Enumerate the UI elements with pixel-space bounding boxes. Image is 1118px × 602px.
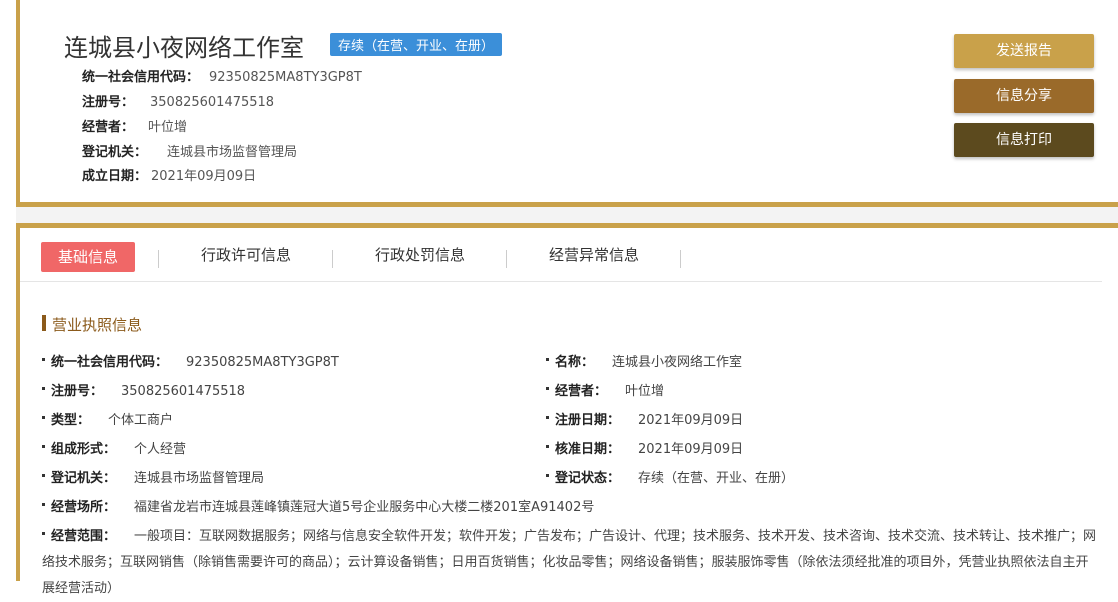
bullet-icon [42,445,45,448]
field-label: 登记状态： [555,471,621,486]
field-label: 统一社会信用代码： [51,355,169,370]
field-label: 注册日期： [555,413,621,428]
summary-est-date-label: 成立日期： [82,169,148,184]
field-label: 经营范围： [51,529,117,544]
field-address: 经营场所： 福建省龙岩市连城县莲峰镇莲冠大道5号企业服务中心大楼二楼201室A91… [42,496,594,515]
field-label: 类型： [51,413,91,428]
summary-reg-no: 注册号： 350825601475518 [82,91,274,110]
bullet-icon [546,474,549,477]
field-label: 组成形式： [51,442,117,457]
tab-admin-penalty[interactable]: 行政处罚信息 [375,244,465,265]
field-type: 类型： 个体工商户 [42,409,173,428]
summary-authority-value: 连城县市场监督管理局 [167,145,298,160]
bullet-icon [546,416,549,419]
bullet-icon [546,445,549,448]
field-reg-no: 注册号： 350825601475518 [42,380,245,399]
field-label: 注册号： [51,384,104,399]
summary-authority-label: 登记机关： [82,145,148,160]
summary-credit-code: 统一社会信用代码： 92350825MA8TY3GP8T [82,66,362,85]
tab-basic-info[interactable]: 基础信息 [41,242,136,272]
company-summary-card: 连城县小夜网络工作室 存续（在营、开业、在册） 统一社会信用代码： 9235082… [16,0,1118,207]
summary-credit-code-value: 92350825MA8TY3GP8T [209,70,362,85]
summary-est-date: 成立日期： 2021年09月09日 [82,165,256,184]
field-label: 核准日期： [555,442,621,457]
summary-authority: 登记机关： 连城县市场监督管理局 [82,141,297,160]
field-value: 2021年09月09日 [638,413,744,428]
field-label: 名称： [555,355,595,370]
summary-reg-no-value: 350825601475518 [150,95,275,110]
field-operator: 经营者： 叶位增 [546,380,664,399]
field-reg-status: 登记状态： 存续（在营、开业、在册） [546,467,794,486]
field-credit-code: 统一社会信用代码： 92350825MA8TY3GP8T [42,351,339,370]
bullet-icon [546,387,549,390]
send-report-button[interactable]: 发送报告 [954,34,1094,68]
field-value: 连城县市场监督管理局 [134,471,265,486]
bullet-icon [42,358,45,361]
field-form: 组成形式： 个人经营 [42,438,186,457]
field-label: 登记机关： [51,471,117,486]
summary-credit-code-label: 统一社会信用代码： [82,70,200,85]
field-label: 经营者： [555,384,608,399]
field-value: 个人经营 [134,442,187,457]
bullet-icon [42,416,45,419]
tab-admin-license[interactable]: 行政许可信息 [201,244,291,265]
summary-operator-label: 经营者： [82,120,135,135]
field-name: 名称： 连城县小夜网络工作室 [546,351,742,370]
summary-operator: 经营者： 叶位增 [82,116,187,135]
summary-reg-no-label: 注册号： [82,95,135,110]
field-value: 350825601475518 [121,384,246,399]
bullet-icon [42,387,45,390]
print-info-button[interactable]: 信息打印 [954,123,1094,157]
summary-operator-value: 叶位增 [148,120,188,135]
tab-separator [506,250,507,268]
bullet-icon [546,358,549,361]
tab-separator [332,250,333,268]
card-divider [16,207,1118,223]
field-scope: 经营范围： 一般项目：互联网数据服务；网络与信息安全软件开发；软件开发；广告发布；… [42,524,1100,602]
section-title-text: 营业执照信息 [52,316,143,334]
bullet-icon [42,532,45,535]
field-value: 92350825MA8TY3GP8T [186,355,339,370]
status-badge: 存续（在营、开业、在册） [330,33,503,56]
tab-bar: 基础信息 行政许可信息 行政处罚信息 经营异常信息 [20,233,1102,282]
field-value: 存续（在营、开业、在册） [638,471,795,486]
bullet-icon [42,474,45,477]
field-reg-date: 注册日期： 2021年09月09日 [546,409,743,428]
tab-separator [158,250,159,268]
field-value: 2021年09月09日 [638,442,744,457]
field-label: 经营场所： [51,500,117,515]
section-title: 营业执照信息 [42,314,142,335]
summary-est-date-value: 2021年09月09日 [151,169,257,184]
field-value: 一般项目：互联网数据服务；网络与信息安全软件开发；软件开发；广告发布；广告设计、… [42,529,1097,596]
company-name: 连城县小夜网络工作室 [64,34,304,62]
field-value: 福建省龙岩市连城县莲峰镇莲冠大道5号企业服务中心大楼二楼201室A91402号 [134,500,595,515]
field-authority: 登记机关： 连城县市场监督管理局 [42,467,264,486]
tab-separator [680,250,681,268]
field-approve-date: 核准日期： 2021年09月09日 [546,438,743,457]
field-value: 连城县小夜网络工作室 [612,355,743,370]
bullet-icon [42,503,45,506]
share-info-button[interactable]: 信息分享 [954,79,1094,113]
detail-card: 基础信息 行政许可信息 行政处罚信息 经营异常信息 营业执照信息 统一社会信用代… [16,223,1118,596]
field-value: 个体工商户 [108,413,174,428]
field-value: 叶位增 [625,384,665,399]
tab-abnormal-operation[interactable]: 经营异常信息 [549,244,639,265]
